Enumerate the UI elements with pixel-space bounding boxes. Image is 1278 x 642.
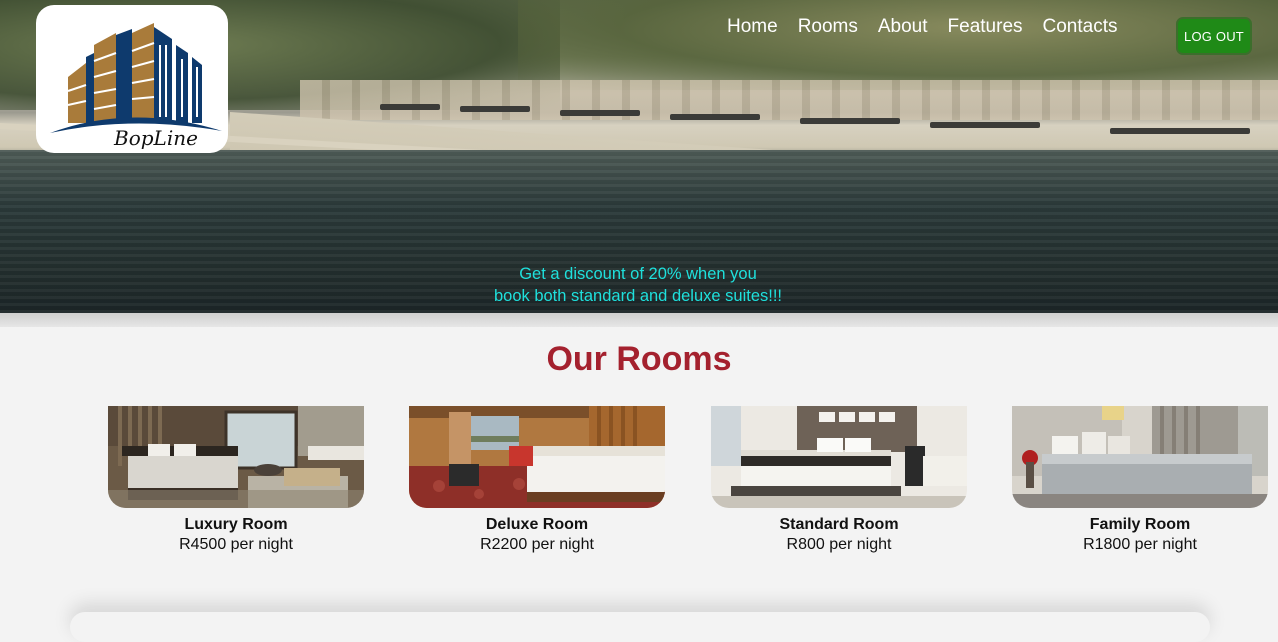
hero-lounger (930, 122, 1040, 128)
room-card-luxury[interactable]: Luxury Room R4500 per night (108, 406, 364, 555)
family-room-photo[interactable] (1012, 406, 1268, 508)
brand-logo[interactable]: BopLine (36, 5, 228, 153)
room-card-deluxe[interactable]: Deluxe Room R2200 per night (409, 406, 665, 555)
promo-line-1: Get a discount of 20% when you (519, 265, 757, 283)
hero-lounger (460, 106, 530, 112)
room-name: Standard Room (779, 516, 899, 533)
hero-lounger (800, 118, 900, 124)
room-price: R1800 per night (1083, 536, 1197, 553)
logout-button[interactable]: LOG OUT (1176, 17, 1252, 55)
room-card-standard[interactable]: Standard Room R800 per night (711, 406, 967, 555)
nav-features-link[interactable]: Features (938, 15, 1033, 39)
hero-hillside-right (518, 0, 1278, 90)
standard-room-photo[interactable] (711, 406, 967, 508)
rooms-section-title: Our Rooms (546, 340, 732, 378)
hero-lounger (380, 104, 440, 110)
next-section-edge (70, 612, 1210, 642)
room-price: R800 per night (786, 536, 892, 553)
room-price: R4500 per night (179, 536, 293, 553)
room-name: Deluxe Room (485, 516, 589, 533)
hero-stone-wall (300, 80, 1278, 120)
nav-about-link[interactable]: About (868, 15, 938, 39)
promo-line-2: book both standard and deluxe suites!!! (493, 287, 783, 305)
luxury-room-photo[interactable] (108, 406, 364, 508)
main-nav: Home Rooms About Features Contacts (727, 15, 1128, 39)
room-price: R2200 per night (480, 536, 594, 553)
hero-banner: BopLine Home Rooms About Features Contac… (0, 0, 1278, 313)
building-logo-icon: BopLine (50, 23, 222, 150)
deluxe-room-photo[interactable] (409, 406, 665, 508)
svg-text:BopLine: BopLine (113, 126, 198, 150)
nav-rooms-link[interactable]: Rooms (788, 15, 868, 39)
nav-contacts-link[interactable]: Contacts (1033, 15, 1128, 39)
room-card-family[interactable]: Family Room R1800 per night (1012, 406, 1268, 555)
hero-lounger (1110, 128, 1250, 134)
hero-lounger (670, 114, 760, 120)
room-name: Luxury Room (184, 516, 288, 533)
nav-home-link[interactable]: Home (727, 15, 788, 39)
room-name: Family Room (1089, 516, 1191, 533)
rooms-grid: Luxury Room R4500 per night Deluxe Room … (108, 406, 1268, 566)
hero-divider (0, 313, 1278, 327)
promo-banner: Get a discount of 20% when you book both… (438, 263, 838, 307)
hero-lounger (560, 110, 640, 116)
